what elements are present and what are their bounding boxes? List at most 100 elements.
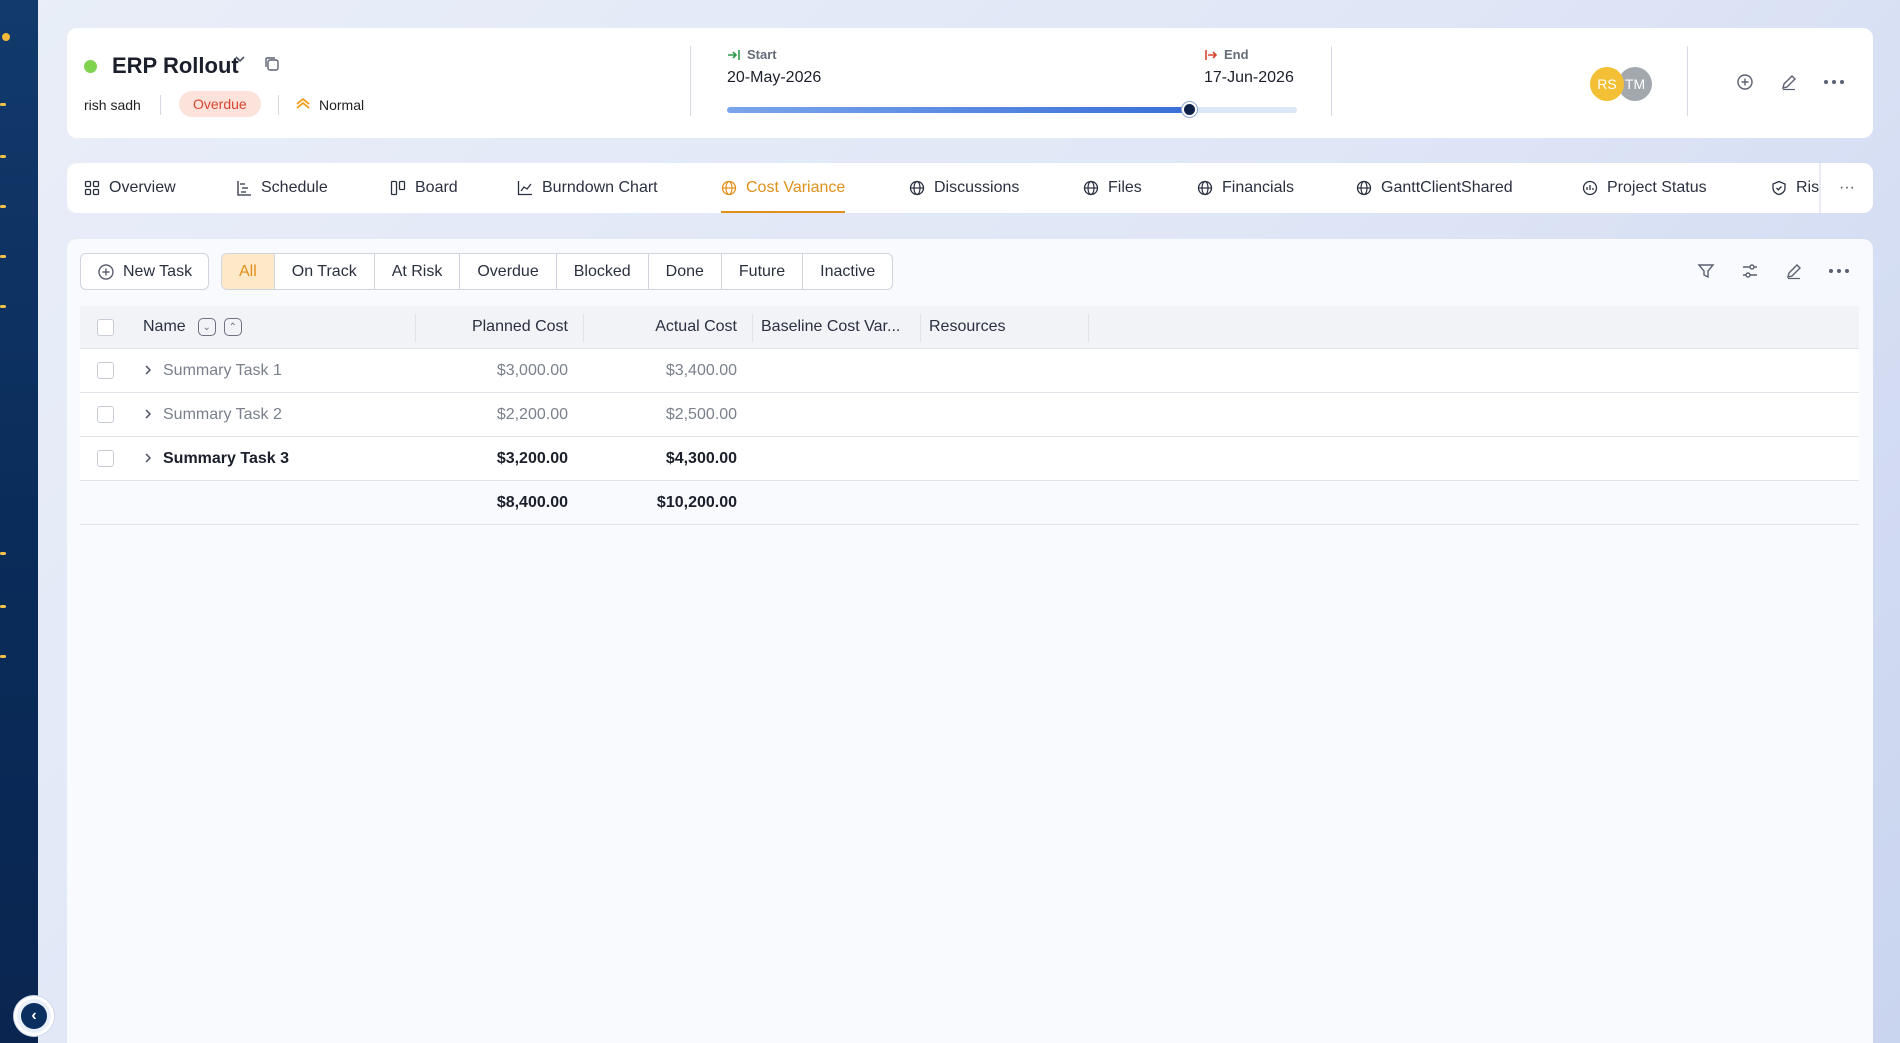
end-date[interactable]: 17-Jun-2026 xyxy=(1204,69,1294,87)
tab-label: Project Status xyxy=(1607,179,1707,196)
priority-indicator: Normal xyxy=(295,96,364,114)
planned-cost-cell: $2,200.00 xyxy=(496,405,568,423)
row-checkbox[interactable] xyxy=(97,437,114,480)
filter-all[interactable]: All xyxy=(222,254,275,289)
tab-files[interactable]: Files xyxy=(1083,163,1142,213)
schedule-icon xyxy=(236,180,252,196)
tab-project-status[interactable]: Project Status xyxy=(1582,163,1707,213)
tab-label: Schedule xyxy=(261,179,328,196)
filter-inactive[interactable]: Inactive xyxy=(803,254,892,289)
total-actual-cost: $10,200.00 xyxy=(656,493,737,511)
divider xyxy=(1687,46,1688,116)
filter-on-track[interactable]: On Track xyxy=(275,254,375,289)
add-icon[interactable] xyxy=(1733,70,1757,94)
timeline-progress-bar xyxy=(727,102,1297,117)
notification-dot xyxy=(2,33,10,41)
more-tabs-button[interactable]: ··· xyxy=(1819,163,1873,213)
tab-ris[interactable]: Ris xyxy=(1771,163,1819,213)
nav-item[interactable] xyxy=(0,155,6,158)
tab-board[interactable]: Board xyxy=(390,163,458,213)
row-checkbox[interactable] xyxy=(97,349,114,392)
divider xyxy=(690,46,691,116)
chevron-right-icon[interactable] xyxy=(143,451,153,467)
task-name: Summary Task 2 xyxy=(163,405,282,423)
more-icon[interactable] xyxy=(1822,70,1846,94)
plus-circle-icon xyxy=(98,263,114,280)
nav-item[interactable] xyxy=(0,605,6,608)
tab-cost-variance[interactable]: Cost Variance xyxy=(721,163,846,213)
collapse-all-icon[interactable]: ⌃ xyxy=(223,318,242,336)
task-name-cell[interactable]: Summary Task 2 xyxy=(143,393,282,436)
chevron-down-icon[interactable] xyxy=(233,52,247,71)
select-all-checkbox[interactable] xyxy=(97,306,114,348)
tab-overview[interactable]: Overview xyxy=(84,163,176,213)
shield-icon xyxy=(1771,180,1787,196)
more-icon[interactable] xyxy=(1827,259,1851,283)
expand-all-icon[interactable]: ⌄ xyxy=(197,318,216,336)
tab-schedule[interactable]: Schedule xyxy=(236,163,328,213)
totals-row: $8,400.00 $10,200.00 xyxy=(80,481,1859,525)
left-nav-rail xyxy=(0,0,38,1043)
new-task-button[interactable]: New Task xyxy=(80,253,210,290)
filter-future[interactable]: Future xyxy=(722,254,804,289)
filter-blocked[interactable]: Blocked xyxy=(557,254,649,289)
column-name[interactable]: Name ⌄ ⌃ xyxy=(143,306,242,348)
table-row[interactable]: Summary Task 1 $3,000.00 $3,400.00 xyxy=(80,349,1859,393)
table-row[interactable]: Summary Task 2 $2,200.00 $2,500.00 xyxy=(80,393,1859,437)
filter-icon[interactable] xyxy=(1694,259,1718,283)
column-resources[interactable]: Resources xyxy=(929,306,1005,348)
start-date[interactable]: 20-May-2026 xyxy=(727,69,821,87)
filter-at-risk[interactable]: At Risk xyxy=(375,254,461,289)
project-title[interactable]: ERP Rollout xyxy=(112,53,239,79)
filter-done[interactable]: Done xyxy=(649,254,722,289)
project-status-dot xyxy=(84,60,97,73)
edit-icon[interactable] xyxy=(1782,259,1806,283)
tab-financials[interactable]: Financials xyxy=(1197,163,1294,213)
nav-item[interactable] xyxy=(0,103,6,106)
task-name-cell[interactable]: Summary Task 3 xyxy=(143,437,289,480)
task-name: Summary Task 1 xyxy=(163,361,282,379)
copy-icon[interactable] xyxy=(263,55,283,75)
row-checkbox[interactable] xyxy=(97,393,114,436)
column-actual-cost[interactable]: Actual Cost xyxy=(588,306,737,348)
end-icon xyxy=(1205,49,1218,60)
tab-burndown-chart[interactable]: Burndown Chart xyxy=(517,163,658,213)
table-body: Summary Task 1 $3,000.00 $3,400.00 Summary … xyxy=(80,349,1859,481)
tab-label: Board xyxy=(415,179,458,196)
column-planned-cost[interactable]: Planned Cost xyxy=(420,306,568,348)
avatar[interactable]: RS xyxy=(1590,67,1624,101)
nav-item[interactable] xyxy=(0,205,6,208)
start-icon xyxy=(728,49,740,60)
edit-icon[interactable] xyxy=(1777,70,1801,94)
nav-item[interactable] xyxy=(0,552,6,555)
actual-cost-cell: $4,300.00 xyxy=(665,449,737,467)
end-label-text: End xyxy=(1224,47,1249,62)
nav-item[interactable] xyxy=(0,305,6,308)
filter-overdue[interactable]: Overdue xyxy=(460,254,557,289)
planned-cost-cell: $3,200.00 xyxy=(496,449,568,467)
tab-label: Financials xyxy=(1222,179,1295,196)
tab-discussions[interactable]: Discussions xyxy=(909,163,1019,213)
column-divider xyxy=(920,314,921,342)
chevron-right-icon[interactable] xyxy=(143,407,153,423)
status-icon xyxy=(1582,180,1598,196)
tab-ganttclientshared[interactable]: GanttClientShared xyxy=(1356,163,1513,213)
planned-cost-cell: $3,000.00 xyxy=(496,361,568,379)
tab-label: GanttClientShared xyxy=(1381,179,1513,196)
timeline-progress-knob[interactable] xyxy=(1181,102,1197,117)
actual-cost-cell: $2,500.00 xyxy=(665,405,737,423)
timeline-progress-fill xyxy=(727,107,1189,113)
collapse-sidebar-button[interactable]: ‹ xyxy=(14,996,54,1036)
column-baseline-cost-variance[interactable]: Baseline Cost Var... xyxy=(761,306,900,348)
settings-sliders-icon[interactable] xyxy=(1738,259,1762,283)
nav-item[interactable] xyxy=(0,655,6,658)
globe-icon xyxy=(721,180,737,196)
board-icon xyxy=(390,180,406,196)
table-row[interactable]: Summary Task 3 $3,200.00 $4,300.00 xyxy=(80,437,1859,481)
task-name-cell[interactable]: Summary Task 1 xyxy=(143,349,282,392)
nav-item[interactable] xyxy=(0,255,6,258)
chevron-right-icon[interactable] xyxy=(143,363,153,379)
column-name-label: Name xyxy=(143,318,186,335)
project-header: ERP Rollout rish sadh Overdue Normal Sta… xyxy=(67,28,1873,138)
tab-bar: Overview Schedule Board Burndown Chart Cost … xyxy=(67,163,1873,213)
